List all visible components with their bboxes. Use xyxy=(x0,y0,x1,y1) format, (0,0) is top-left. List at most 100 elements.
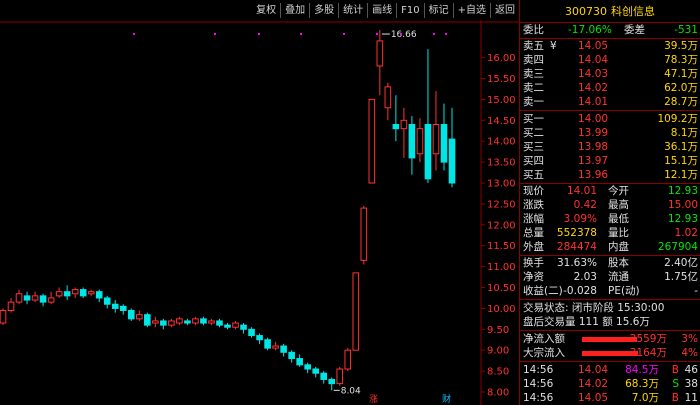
buy-level-label: 买三 xyxy=(523,141,544,153)
stock-header: 300730 科创信息 xyxy=(520,0,700,23)
stat-label-2: 量比 xyxy=(608,227,629,239)
candle-body xyxy=(63,291,71,297)
flow-bar xyxy=(582,351,638,356)
zhang-marker: 涨 xyxy=(369,394,378,405)
candle-body xyxy=(344,349,352,370)
stat-row: 涨幅 3.09% 最低 12.93 xyxy=(520,213,700,226)
toolbar-zixuan-button[interactable]: +自选 xyxy=(452,3,490,18)
buy-price: 13.96 xyxy=(578,169,609,181)
buy-level-label: 买一 xyxy=(523,113,544,125)
toolbar-duogu-button[interactable]: 多股 xyxy=(309,3,338,18)
stat-label: 涨跌 xyxy=(523,199,544,211)
toolbar-huaxian-button[interactable]: 画线 xyxy=(367,3,396,18)
fin-row: 收益(二) -0.028 PE(动) - xyxy=(520,285,700,298)
y-tick-label: 14.00 xyxy=(487,137,516,148)
candle-body xyxy=(352,272,360,351)
candle-body xyxy=(192,318,199,324)
fin-value-2: 2.40亿 xyxy=(664,257,698,269)
fin-label: 收益(二) xyxy=(523,285,563,297)
chart-toolbar: 复权 叠加 多股 统计 画线 F10 标记 +自选 返回 xyxy=(252,3,519,18)
stat-label: 现价 xyxy=(523,185,544,197)
candle-body xyxy=(440,123,448,163)
buy-price: 13.99 xyxy=(578,127,609,139)
flow-pct: 3% xyxy=(681,333,698,345)
candle-body xyxy=(55,291,63,297)
flow-label: 大宗流入 xyxy=(523,347,565,359)
toolbar-biaoji-button[interactable]: 标记 xyxy=(423,3,453,18)
y-tick-label: 9.00 xyxy=(487,346,509,357)
buy-volume: 12.1万 xyxy=(664,169,698,181)
kline-svg[interactable]: 16.00 15.50 15.00 14.50 14.00 13.50 13.00 12.50… xyxy=(0,0,519,405)
trade-price: 14.04 xyxy=(578,364,609,376)
low-label: 8.04 xyxy=(341,386,361,396)
y-tick-label: 9.50 xyxy=(487,325,509,336)
fin-label-2: 股本 xyxy=(608,257,629,269)
stat-label: 总量 xyxy=(523,227,544,239)
trade-volume: 84.5万 xyxy=(625,364,659,376)
candle-body xyxy=(71,289,79,295)
candle-body xyxy=(376,40,384,67)
kline-chart[interactable]: 16.00 15.50 15.00 14.50 14.00 13.50 13.00 12.50… xyxy=(0,0,519,405)
candle-body xyxy=(79,289,87,297)
weibi-value: -17.06% xyxy=(568,24,612,36)
trade-side: S xyxy=(672,378,679,390)
buy-row: 买五 13.96 12.1万 xyxy=(520,169,700,182)
trade-side: B xyxy=(671,392,679,404)
event-marker xyxy=(433,33,435,35)
sell-volume: 78.3万 xyxy=(664,54,698,66)
candle-body xyxy=(248,328,255,337)
trade-price: 14.02 xyxy=(578,378,609,390)
candle-body xyxy=(0,309,7,324)
candle-body xyxy=(152,320,159,324)
candle-body xyxy=(336,368,344,385)
candle-body xyxy=(408,123,416,159)
toolbar-diejia-button[interactable]: 叠加 xyxy=(280,3,309,18)
toolbar-fuquan-button[interactable]: 复权 xyxy=(252,3,280,18)
candle-body xyxy=(95,291,103,299)
buy-volume: 8.1万 xyxy=(670,127,698,139)
y-tick-label: 11.50 xyxy=(487,241,516,252)
trade-status: 交易状态: 闭市阶段 15:30:00 xyxy=(520,302,700,315)
quote-panel: 300730 科创信息 委比 -17.06% 委差 -531 卖五 14.05 39… xyxy=(519,0,700,405)
stat-label-2: 内盘 xyxy=(608,241,629,253)
buy-volume: 36.1万 xyxy=(664,141,698,153)
stat-value-2: 267904 xyxy=(657,241,698,253)
y-tick-label: 13.00 xyxy=(487,179,516,190)
sell-price: 14.02 xyxy=(578,82,609,94)
stat-label-2: 今开 xyxy=(608,185,629,197)
candle-body xyxy=(288,351,295,360)
candle-body xyxy=(103,297,111,305)
sell-row: 卖一 14.01 28.7万 xyxy=(520,96,700,109)
buy-price: 13.97 xyxy=(578,155,609,167)
toolbar-fanhui-button[interactable]: 返回 xyxy=(490,3,519,18)
stat-row: 现价 14.01 今开 12.93 xyxy=(520,185,700,198)
buy-price: 13.98 xyxy=(578,141,609,153)
trade-count: 46 xyxy=(684,364,698,376)
sell-level-label: 卖三 xyxy=(523,68,544,80)
y-tick-label: 11.00 xyxy=(487,262,516,273)
candle-body xyxy=(144,314,151,326)
stat-value-2: 12.93 xyxy=(667,213,698,225)
candle-body xyxy=(240,324,247,330)
fin-value-2: 1.75亿 xyxy=(664,271,698,283)
fin-row: 净资 2.03 流通 1.75亿 xyxy=(520,271,700,284)
event-marker xyxy=(400,33,402,35)
candle-body xyxy=(87,291,95,295)
after-hours: 盘后交易量 111 额 15.6万 xyxy=(520,316,700,329)
buy-price: 14.00 xyxy=(578,113,609,125)
y-tick-label: 15.50 xyxy=(487,74,516,85)
sell-volume: 28.7万 xyxy=(664,96,698,108)
y-tick-label: 16.00 xyxy=(487,53,516,64)
candle-body xyxy=(424,123,432,180)
candle-body xyxy=(39,295,47,303)
sell-row: 卖四 14.04 78.3万 xyxy=(520,54,700,67)
y-tick-label: 12.50 xyxy=(487,199,516,210)
trade-time: 14:56 xyxy=(523,364,554,376)
toolbar-f10-button[interactable]: F10 xyxy=(396,3,423,18)
trade-row: 14:56 14.05 7.0万 B 11 xyxy=(520,392,700,405)
toolbar-tongji-button[interactable]: 统计 xyxy=(338,3,367,18)
candle-body xyxy=(15,293,23,303)
y-tick-label: 10.50 xyxy=(487,283,516,294)
trade-volume: 7.0万 xyxy=(631,392,659,404)
candle-body xyxy=(224,324,231,328)
